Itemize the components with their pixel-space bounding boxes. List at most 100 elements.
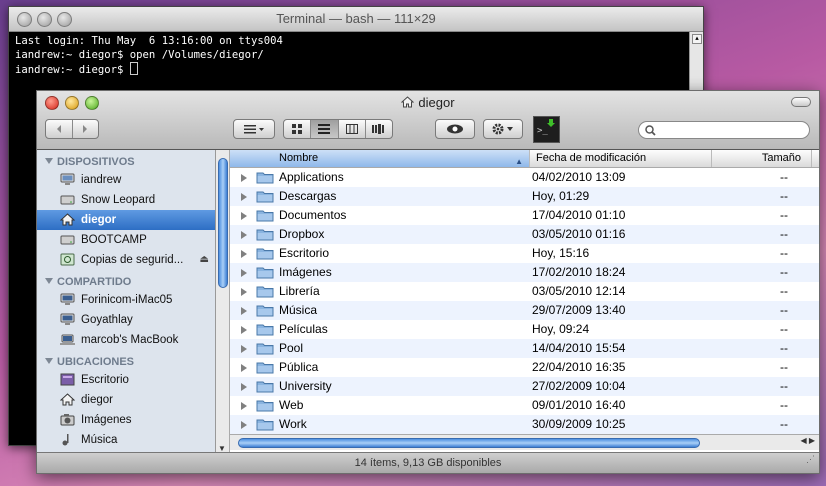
disclosure-triangle-icon <box>45 278 53 284</box>
disclosure-triangle-icon[interactable] <box>241 383 247 391</box>
search-field[interactable] <box>638 121 810 139</box>
sidebar-item-escritorio[interactable]: Escritorio <box>37 370 215 390</box>
sidebar-item-goyathlay[interactable]: Goyathlay <box>37 310 215 330</box>
table-row[interactable]: Documentos 17/04/2010 01:10 -- <box>230 206 819 225</box>
sidebar-item-diegor-home[interactable]: diegor <box>37 390 215 410</box>
disclosure-triangle-icon[interactable] <box>241 307 247 315</box>
file-name: Web <box>279 398 304 412</box>
table-row[interactable]: Escritorio Hoy, 15:16 -- <box>230 244 819 263</box>
sidebar-item-imagenes[interactable]: Imágenes <box>37 410 215 430</box>
quick-look-button[interactable] <box>435 119 475 139</box>
file-name: Librería <box>279 284 320 298</box>
table-row[interactable]: Música 29/07/2009 13:40 -- <box>230 301 819 320</box>
desktop-icon <box>60 373 75 386</box>
folder-icon <box>256 362 274 374</box>
file-date: 27/02/2009 10:04 <box>532 379 626 393</box>
file-name: Descargas <box>279 189 337 203</box>
column-view-button[interactable] <box>339 120 366 138</box>
disclosure-triangle-icon[interactable] <box>241 402 247 410</box>
file-date: Hoy, 15:16 <box>532 246 590 260</box>
terminal-titlebar[interactable]: Terminal — bash — 111×29 <box>9 7 703 32</box>
table-row[interactable]: Descargas Hoy, 01:29 -- <box>230 187 819 206</box>
back-button[interactable] <box>46 120 73 138</box>
arrange-button[interactable] <box>233 119 275 139</box>
sidebar-section-header[interactable]: COMPARTIDO <box>37 274 215 290</box>
search-icon <box>645 125 656 136</box>
column-header-size[interactable]: Tamaño <box>712 150 812 167</box>
file-list: Nombre ▲ Fecha de modificación Tamaño App… <box>230 150 819 455</box>
file-name: Work <box>279 417 307 431</box>
eject-icon[interactable]: ⏏ <box>200 250 209 270</box>
file-date: 14/04/2010 15:54 <box>532 341 626 355</box>
forward-button[interactable] <box>73 120 99 138</box>
file-date: Hoy, 01:29 <box>532 189 590 203</box>
table-row[interactable]: Work 30/09/2009 10:25 -- <box>230 415 819 434</box>
folder-icon <box>256 305 274 317</box>
disclosure-triangle-icon[interactable] <box>241 193 247 201</box>
disclosure-triangle-icon[interactable] <box>241 364 247 372</box>
table-row[interactable]: Dropbox 03/05/2010 01:16 -- <box>230 225 819 244</box>
terminal-output[interactable]: Last login: Thu May 6 13:16:00 on ttys00… <box>9 32 703 79</box>
disclosure-triangle-icon <box>45 358 53 364</box>
sidebar-item-forinicom[interactable]: Forinicom-iMac05 <box>37 290 215 310</box>
table-row[interactable]: Pool 14/04/2010 15:54 -- <box>230 339 819 358</box>
action-button[interactable] <box>483 119 523 139</box>
disclosure-triangle-icon[interactable] <box>241 421 247 429</box>
folder-icon <box>256 248 274 260</box>
column-header-date[interactable]: Fecha de modificación <box>530 150 712 167</box>
table-row[interactable]: Web 09/01/2010 16:40 -- <box>230 396 819 415</box>
resize-grip-icon[interactable]: ⋰ <box>806 449 815 469</box>
disclosure-triangle-icon[interactable] <box>241 326 247 334</box>
sidebar-section-header[interactable]: DISPOSITIVOS <box>37 154 215 170</box>
disclosure-triangle-icon[interactable] <box>241 231 247 239</box>
table-row[interactable]: University 27/02/2009 10:04 -- <box>230 377 819 396</box>
list-view-button[interactable] <box>311 120 339 138</box>
back-forward-control <box>45 119 99 139</box>
terminal-title: Terminal — bash — 111×29 <box>276 11 436 26</box>
scroll-thumb[interactable] <box>218 158 228 288</box>
icon-view-button[interactable] <box>284 120 312 138</box>
disclosure-triangle-icon[interactable] <box>241 345 247 353</box>
sidebar-item-marcob-macbook[interactable]: marcob's MacBook <box>37 330 215 350</box>
column-header-name[interactable]: Nombre ▲ <box>230 150 530 167</box>
disclosure-triangle-icon[interactable] <box>241 269 247 277</box>
finder-titlebar[interactable]: diegor >_ <box>37 91 819 150</box>
sidebar-scrollbar[interactable]: ▼ <box>216 150 230 455</box>
scroll-up-icon[interactable]: ▴ <box>692 34 702 44</box>
sidebar-item-snow-leopard[interactable]: Snow Leopard <box>37 190 215 210</box>
file-date: 04/02/2010 13:09 <box>532 170 626 184</box>
scroll-arrows-icon[interactable]: ◀ ▶ <box>800 436 815 445</box>
file-size: -- <box>780 360 788 374</box>
sidebar-item-diegor[interactable]: diegor <box>37 210 215 230</box>
sidebar-item-musica[interactable]: Música <box>37 430 215 450</box>
folder-icon <box>256 229 274 241</box>
sidebar-item-iandrew[interactable]: iandrew <box>37 170 215 190</box>
table-row[interactable]: Películas Hoy, 09:24 -- <box>230 320 819 339</box>
sidebar-item-bootcamp[interactable]: BOOTCAMP <box>37 230 215 250</box>
search-input[interactable] <box>661 123 805 139</box>
disclosure-triangle-icon[interactable] <box>241 174 247 182</box>
eye-icon <box>447 124 463 134</box>
toolbar-toggle-button[interactable] <box>791 97 811 107</box>
file-date: 29/07/2009 13:40 <box>532 303 626 317</box>
disclosure-triangle-icon[interactable] <box>241 212 247 220</box>
terminal-app-button[interactable]: >_ <box>533 116 560 143</box>
file-name: Imágenes <box>279 265 332 279</box>
network-computer-icon <box>60 293 75 305</box>
file-size: -- <box>780 246 788 260</box>
folder-icon <box>256 419 274 431</box>
grid-icon <box>291 123 302 134</box>
coverflow-view-button[interactable] <box>366 120 392 138</box>
table-row[interactable]: Librería 03/05/2010 12:14 -- <box>230 282 819 301</box>
table-row[interactable]: Imágenes 17/02/2010 18:24 -- <box>230 263 819 282</box>
table-row[interactable]: Pública 22/04/2010 16:35 -- <box>230 358 819 377</box>
sidebar-item-backup[interactable]: Copias de segurid... ⏏ <box>37 250 215 270</box>
scroll-thumb[interactable] <box>238 438 700 448</box>
disclosure-triangle-icon[interactable] <box>241 288 247 296</box>
horizontal-scrollbar[interactable]: ◀ ▶ <box>230 434 819 450</box>
file-date: 17/04/2010 01:10 <box>532 208 626 222</box>
sidebar-section-header[interactable]: UBICACIONES <box>37 354 215 370</box>
home-icon <box>60 213 75 226</box>
disclosure-triangle-icon[interactable] <box>241 250 247 258</box>
table-row[interactable]: Applications 04/02/2010 13:09 -- <box>230 168 819 187</box>
